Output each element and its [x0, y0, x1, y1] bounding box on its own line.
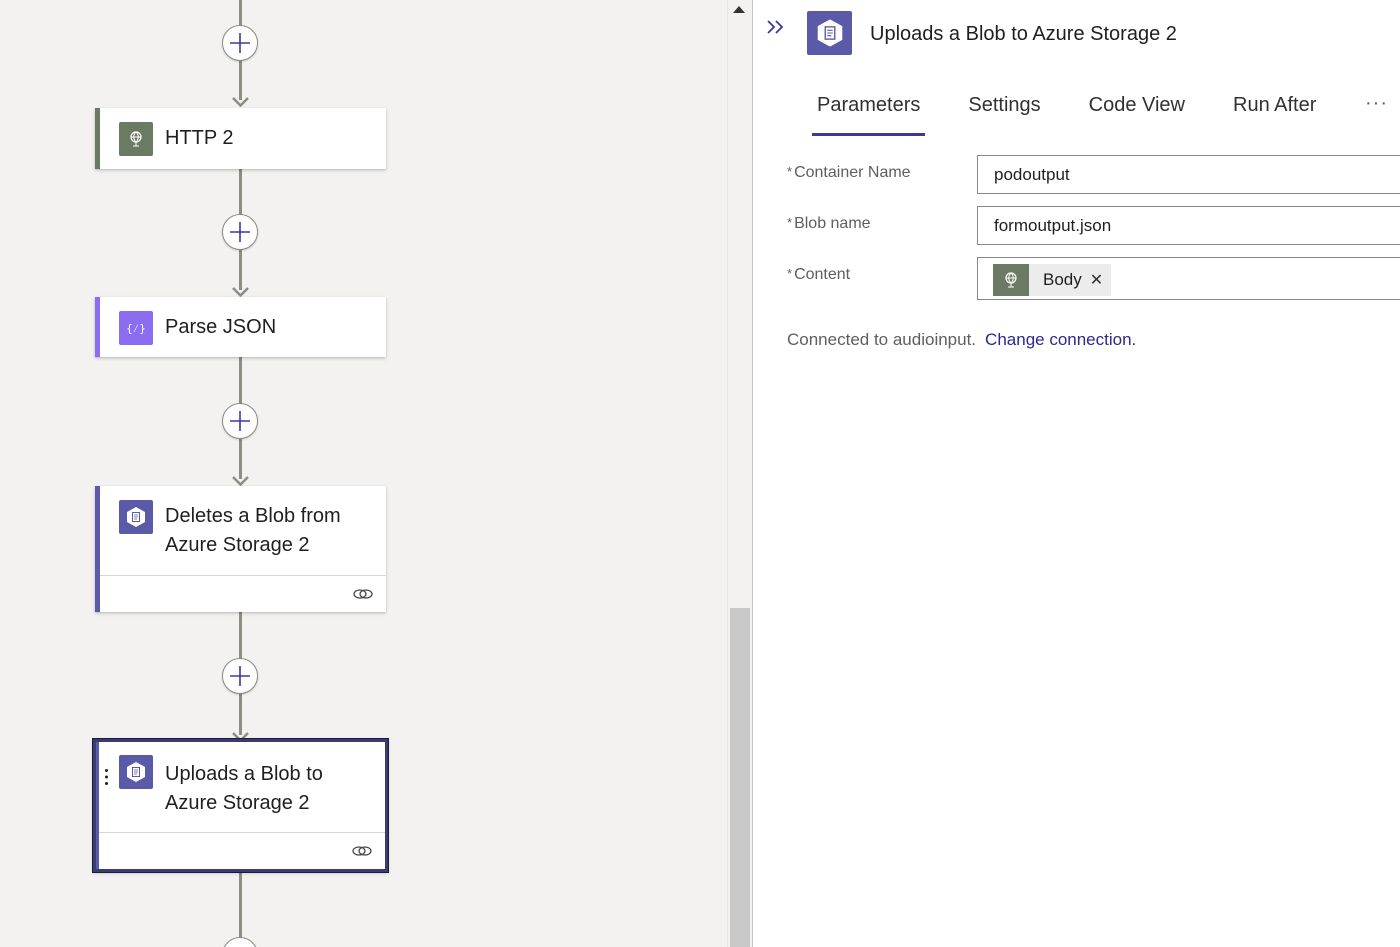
connector-arrow — [232, 476, 249, 486]
connection-info: Connected to audioinput. Change connectio… — [787, 330, 1136, 350]
connector-arrow — [232, 287, 249, 297]
insert-step-button[interactable] — [222, 25, 258, 61]
card-accent-bar — [95, 108, 100, 169]
content-input[interactable]: Body ✕ — [977, 257, 1400, 300]
insert-step-button[interactable] — [222, 214, 258, 250]
card-title: HTTP 2 — [165, 127, 234, 149]
tab-parameters[interactable]: Parameters — [793, 84, 944, 136]
blob-storage-icon — [119, 500, 153, 534]
canvas-scrollbar[interactable] — [727, 0, 751, 947]
connector-line — [239, 872, 242, 947]
card-title: Uploads a Blob to Azure Storage 2 — [165, 763, 323, 814]
insert-step-button[interactable] — [222, 658, 258, 694]
workflow-canvas[interactable]: HTTP 2 {⁄} Parse JSON Deletes a Blob fro… — [0, 0, 727, 947]
card-footer — [99, 832, 385, 869]
drag-handle-icon[interactable] — [104, 768, 109, 786]
remove-token-icon[interactable]: ✕ — [1090, 270, 1111, 290]
collapse-panel-chevron-icon[interactable] — [765, 16, 787, 38]
insert-step-button[interactable] — [222, 403, 258, 439]
blob-storage-icon — [807, 11, 852, 55]
card-footer — [100, 575, 386, 612]
globe-icon — [993, 264, 1029, 296]
tab-code-view[interactable]: Code View — [1065, 84, 1209, 136]
panel-title: Uploads a Blob to Azure Storage 2 — [870, 23, 1177, 45]
card-accent-bar — [95, 297, 100, 357]
scrollbar-thumb[interactable] — [730, 608, 750, 947]
plus-icon — [230, 33, 250, 53]
svg-text:{⁄}: {⁄} — [126, 322, 146, 335]
required-marker: * — [787, 164, 793, 179]
token-label: Body — [1043, 270, 1082, 289]
card-title: Parse JSON — [165, 316, 277, 338]
globe-icon — [119, 122, 153, 156]
container-name-label: * Container Name — [787, 164, 911, 181]
tab-settings[interactable]: Settings — [944, 84, 1064, 136]
connection-link-icon[interactable] — [352, 584, 374, 604]
blob-name-label: * Blob name — [787, 215, 871, 232]
blob-name-input[interactable] — [977, 206, 1400, 245]
panel-tabs: Parameters Settings Code View Run After — [793, 84, 1340, 136]
content-label: * Content — [787, 266, 851, 283]
connector-arrow — [232, 97, 249, 107]
dynamic-content-token[interactable]: Body ✕ — [993, 264, 1112, 296]
more-tabs-icon[interactable]: ··· — [1365, 92, 1388, 115]
blob-storage-icon — [119, 755, 153, 789]
insert-step-button[interactable] — [222, 937, 258, 947]
container-name-input[interactable] — [977, 155, 1400, 194]
card-title: Deletes a Blob from Azure Storage 2 — [165, 505, 341, 556]
braces-icon: {⁄} — [119, 311, 153, 345]
tab-run-after[interactable]: Run After — [1209, 84, 1340, 136]
plus-icon — [230, 666, 250, 686]
step-card-parse-json[interactable]: {⁄} Parse JSON — [95, 297, 386, 357]
plus-icon — [230, 411, 250, 431]
step-card-http[interactable]: HTTP 2 — [95, 108, 386, 169]
connection-status-text: Connected to audioinput. — [787, 330, 977, 349]
required-marker: * — [787, 266, 793, 281]
action-details-panel: Uploads a Blob to Azure Storage 2 Parame… — [752, 0, 1400, 947]
required-marker: * — [787, 215, 793, 230]
plus-icon — [230, 222, 250, 242]
scroll-up-arrow-icon[interactable] — [733, 6, 745, 13]
step-card-upload-blob[interactable]: Uploads a Blob to Azure Storage 2 — [92, 738, 389, 873]
step-card-delete-blob[interactable]: Deletes a Blob from Azure Storage 2 — [95, 486, 386, 612]
connection-link-icon[interactable] — [351, 841, 373, 861]
change-connection-link[interactable]: Change connection. — [985, 330, 1136, 349]
